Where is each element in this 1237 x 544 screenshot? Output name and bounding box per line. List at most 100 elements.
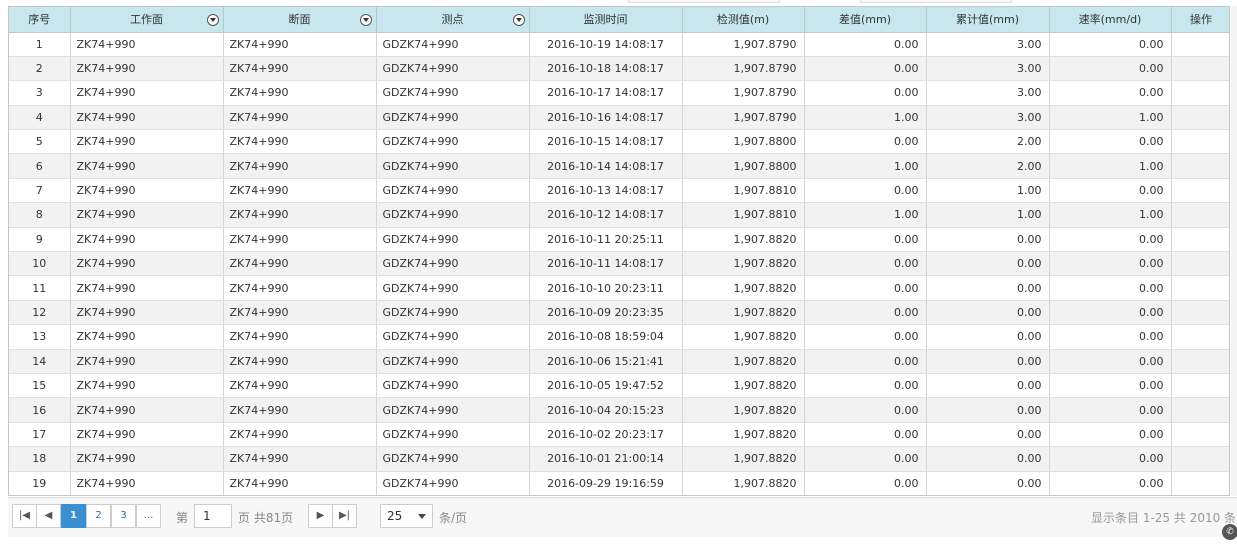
table-cell: 11 <box>9 275 71 301</box>
table-cell: GDZK74+990 <box>376 422 530 448</box>
column-header[interactable]: 监测时间 <box>529 7 683 33</box>
filter-icon[interactable] <box>359 14 372 26</box>
table-cell: ZK74+990 <box>223 397 377 423</box>
column-header[interactable]: 测点 <box>376 7 530 33</box>
table-row[interactable]: 19 ZK74+990 ZK74+990 GDZK74+990 2016-09-29 1… <box>9 471 1229 495</box>
table-row[interactable]: 5 ZK74+990 ZK74+990 GDZK74+990 2016-10-15 14… <box>9 129 1229 155</box>
table-row[interactable]: 15 ZK74+990 ZK74+990 GDZK74+990 2016-10-05 1… <box>9 373 1229 399</box>
table-row[interactable]: 6 ZK74+990 ZK74+990 GDZK74+990 2016-10-14 14… <box>9 153 1229 179</box>
column-header-label: 断面 <box>288 13 311 27</box>
next-page-button[interactable]: ▶ <box>308 504 333 528</box>
table-cell: 0.00 <box>804 227 927 253</box>
column-header[interactable]: 速率(mm/d) <box>1049 7 1172 33</box>
table-cell <box>1171 349 1229 374</box>
column-header[interactable]: 工作面 <box>70 7 224 33</box>
last-page-button[interactable]: ▶| <box>332 504 357 528</box>
table-row[interactable]: 11 ZK74+990 ZK74+990 GDZK74+990 2016-10-10 2… <box>9 275 1229 301</box>
table-cell: ZK74+990 <box>70 446 224 472</box>
table-cell: 1,907.8790 <box>682 56 805 82</box>
table-cell: ZK74+990 <box>223 275 377 301</box>
table-row[interactable]: 14 ZK74+990 ZK74+990 GDZK74+990 2016-10-06 1… <box>9 349 1229 374</box>
table-cell: ZK74+990 <box>70 300 224 326</box>
table-row[interactable]: 7 ZK74+990 ZK74+990 GDZK74+990 2016-10-13 14… <box>9 178 1229 204</box>
table-cell: 1,907.8820 <box>682 373 805 399</box>
table-row[interactable]: 3 ZK74+990 ZK74+990 GDZK74+990 2016-10-17 14… <box>9 80 1229 106</box>
table-cell: 1,907.8820 <box>682 324 805 350</box>
table-cell: 0.00 <box>1049 373 1172 399</box>
table-cell: GDZK74+990 <box>376 80 530 106</box>
page-button-more[interactable]: ... <box>136 504 161 528</box>
table-row[interactable]: 9 ZK74+990 ZK74+990 GDZK74+990 2016-10-11 20… <box>9 227 1229 253</box>
filter-icon[interactable] <box>512 14 525 26</box>
column-header[interactable]: 累计值(mm) <box>926 7 1050 33</box>
table-row[interactable]: 8 ZK74+990 ZK74+990 GDZK74+990 2016-10-12 14… <box>9 202 1229 228</box>
table-cell: 2016-10-02 20:23:17 <box>529 422 683 448</box>
table-cell: 0.00 <box>804 422 927 448</box>
table-row[interactable]: 13 ZK74+990 ZK74+990 GDZK74+990 2016-10-08 1… <box>9 324 1229 350</box>
vertical-scrollbar[interactable] <box>1231 6 1237 496</box>
table-cell: ZK74+990 <box>223 80 377 106</box>
table-cell: 7 <box>9 178 71 204</box>
column-header-label: 序号 <box>28 13 51 27</box>
table-cell: 0.00 <box>926 471 1050 495</box>
pagination-bar: |◀ ◀ 1 2 3 ... 第 1 页 共81页 ▶ ▶| 25 条/页 显示… <box>8 497 1237 537</box>
table-cell: 1,907.8820 <box>682 349 805 374</box>
table-cell: GDZK74+990 <box>376 153 530 179</box>
column-header[interactable]: 断面 <box>223 7 377 33</box>
chat-icon[interactable]: ✆ <box>1222 524 1237 540</box>
table-cell <box>1171 32 1229 57</box>
table-cell: 0.00 <box>804 373 927 399</box>
filter-icon[interactable] <box>206 14 219 26</box>
table-cell: 2016-10-13 14:08:17 <box>529 178 683 204</box>
table-cell: GDZK74+990 <box>376 105 530 131</box>
table-cell: GDZK74+990 <box>376 227 530 253</box>
column-header[interactable]: 操作 <box>1171 7 1229 33</box>
table-cell: ZK74+990 <box>223 324 377 350</box>
table-row[interactable]: 4 ZK74+990 ZK74+990 GDZK74+990 2016-10-16 14… <box>9 105 1229 131</box>
table-cell: 2016-10-16 14:08:17 <box>529 105 683 131</box>
table-cell: 0.00 <box>804 324 927 350</box>
table-cell <box>1171 251 1229 277</box>
table-cell <box>1171 129 1229 155</box>
table-cell: ZK74+990 <box>70 422 224 448</box>
table-cell: ZK74+990 <box>223 56 377 82</box>
table-cell: 2.00 <box>926 153 1050 179</box>
first-page-button[interactable]: |◀ <box>12 504 37 528</box>
table-cell: 1.00 <box>1049 202 1172 228</box>
table-cell: 0.00 <box>1049 32 1172 57</box>
table-cell: 0.00 <box>1049 300 1172 326</box>
table-row[interactable]: 2 ZK74+990 ZK74+990 GDZK74+990 2016-10-18 14… <box>9 56 1229 82</box>
table-cell: 8 <box>9 202 71 228</box>
table-row[interactable]: 18 ZK74+990 ZK74+990 GDZK74+990 2016-10-01 2… <box>9 446 1229 472</box>
page-button-3[interactable]: 3 <box>111 504 136 528</box>
table-cell: ZK74+990 <box>223 32 377 57</box>
table-cell: GDZK74+990 <box>376 471 530 495</box>
prev-page-button[interactable]: ◀ <box>36 504 61 528</box>
column-header[interactable]: 差值(mm) <box>804 7 927 33</box>
table-row[interactable]: 1 ZK74+990 ZK74+990 GDZK74+990 2016-10-19 14… <box>9 32 1229 57</box>
column-header[interactable]: 检测值(m) <box>682 7 805 33</box>
table-row[interactable]: 12 ZK74+990 ZK74+990 GDZK74+990 2016-10-09 2… <box>9 300 1229 326</box>
table-row[interactable]: 10 ZK74+990 ZK74+990 GDZK74+990 2016-10-11 1… <box>9 251 1229 277</box>
table-row[interactable]: 16 ZK74+990 ZK74+990 GDZK74+990 2016-10-04 2… <box>9 397 1229 423</box>
table-cell: 0.00 <box>1049 275 1172 301</box>
table-cell: 0.00 <box>926 397 1050 423</box>
table-cell: GDZK74+990 <box>376 178 530 204</box>
column-header[interactable]: 序号 <box>9 7 71 33</box>
table-cell <box>1171 56 1229 82</box>
column-header-label: 差值(mm) <box>838 13 891 27</box>
page-size-select[interactable]: 25 <box>380 504 433 528</box>
page-button-2[interactable]: 2 <box>86 504 111 528</box>
table-cell: 12 <box>9 300 71 326</box>
table-cell: GDZK74+990 <box>376 202 530 228</box>
page-button-1[interactable]: 1 <box>61 504 86 528</box>
page-number-input[interactable]: 1 <box>194 504 232 528</box>
table-cell <box>1171 397 1229 423</box>
table-cell: 2016-10-06 15:21:41 <box>529 349 683 374</box>
table-row[interactable]: 17 ZK74+990 ZK74+990 GDZK74+990 2016-10-02 2… <box>9 422 1229 448</box>
table-cell: 1,907.8820 <box>682 446 805 472</box>
table-cell: ZK74+990 <box>70 202 224 228</box>
table-cell: 1,907.8810 <box>682 202 805 228</box>
monitoring-table: 序号 工作面 断面 测点 监测时间 检测值(m) 差值(mm) 累计值(mm) 速率(mm/d)… <box>9 7 1229 495</box>
table-cell: GDZK74+990 <box>376 349 530 374</box>
